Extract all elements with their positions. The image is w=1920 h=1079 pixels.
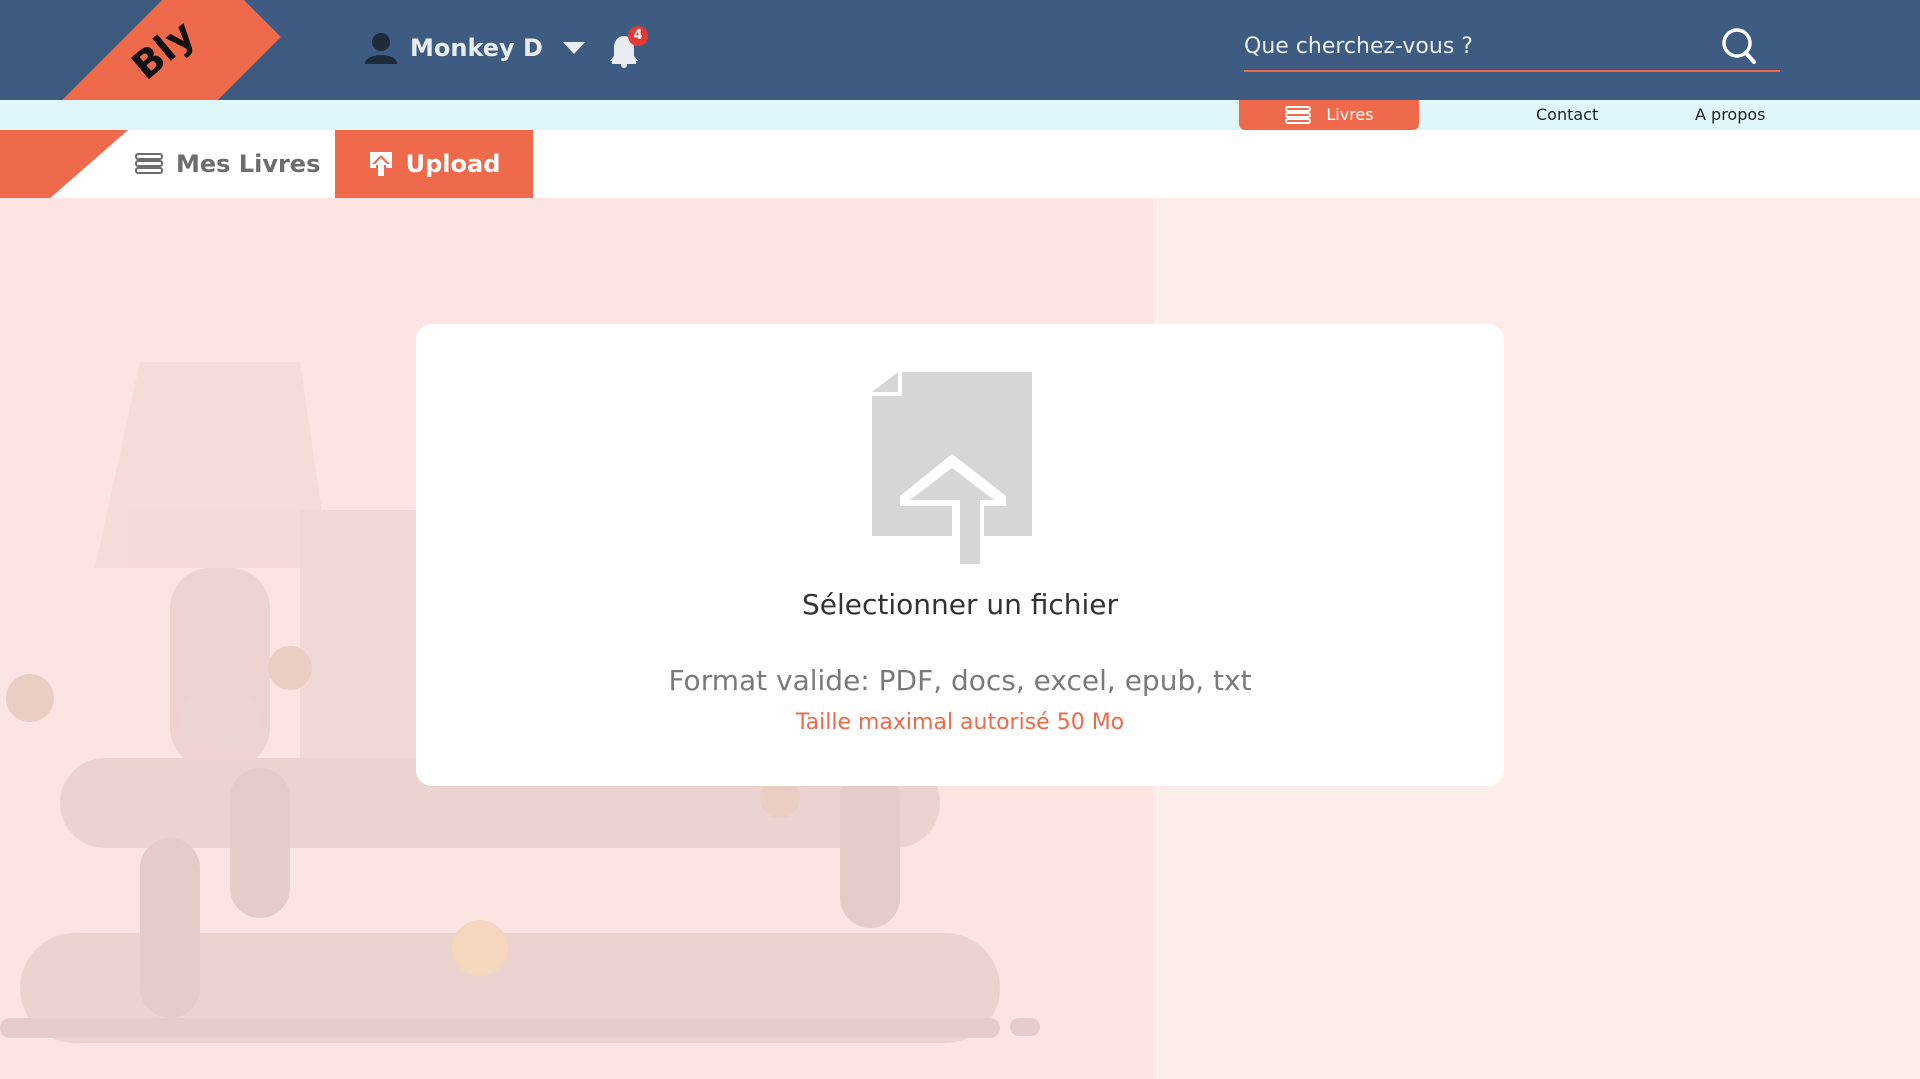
upload-card: Sélectionner un fichier Format valide: P… xyxy=(416,324,1504,786)
nav-item-livres[interactable]: Livres xyxy=(1239,100,1419,130)
user-menu[interactable]: Monkey D xyxy=(364,32,585,64)
max-size-text: Taille maximal autorisé 50 Mo xyxy=(795,710,1125,735)
search-bar xyxy=(1244,22,1780,72)
tab-label: Mes Livres xyxy=(176,150,321,178)
tab-mes-livres[interactable]: Mes Livres xyxy=(134,130,320,198)
search-icon[interactable] xyxy=(1720,26,1760,66)
select-file-label[interactable]: Sélectionner un fichier xyxy=(416,588,1504,621)
tab-label: Upload xyxy=(405,150,501,178)
nav-item-label: Livres xyxy=(1326,105,1374,124)
upload-icon xyxy=(369,152,392,176)
secondary-nav: Livres Contact A propos xyxy=(0,100,1920,130)
books-icon xyxy=(1285,106,1312,124)
nav-item-a-propos[interactable]: A propos xyxy=(1695,100,1765,130)
books-icon xyxy=(135,153,163,174)
user-name: Monkey D xyxy=(410,34,543,62)
valid-formats-text: Format valide: PDF, docs, excel, epub, t… xyxy=(668,664,1252,697)
tab-upload[interactable]: Upload xyxy=(335,130,533,198)
notification-badge: 4 xyxy=(628,26,648,46)
logo-band[interactable]: Bly xyxy=(0,0,290,100)
file-upload-icon[interactable] xyxy=(872,372,1032,564)
chevron-down-icon xyxy=(562,42,585,54)
nav-item-contact[interactable]: Contact xyxy=(1536,100,1598,130)
search-input[interactable] xyxy=(1244,30,1714,62)
user-icon xyxy=(365,33,397,64)
